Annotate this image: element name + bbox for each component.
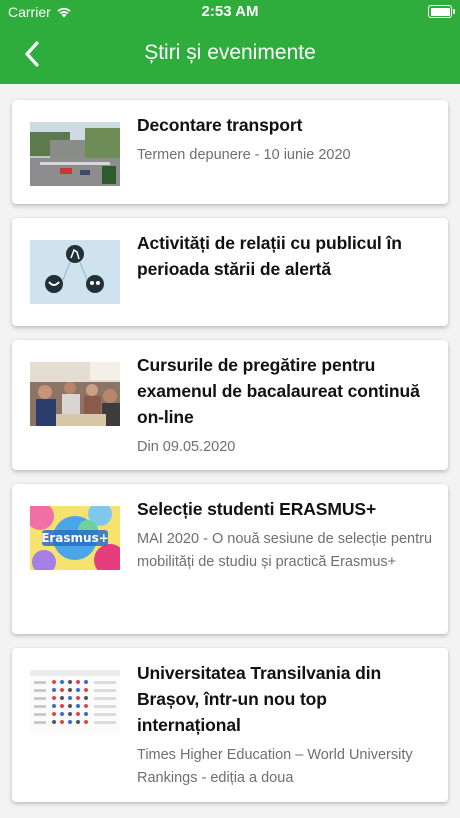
news-card[interactable]: Cursurile de pregătire pentru examenul d… bbox=[12, 340, 448, 470]
news-card-text: Selecție studenti ERASMUS+ MAI 2020 - O … bbox=[137, 496, 432, 574]
status-bar: Carrier 2:53 AM bbox=[0, 0, 460, 24]
news-subtitle: MAI 2020 - O nouă sesiune de selecție pe… bbox=[137, 531, 433, 570]
navigation-bar: Știri și evenimente bbox=[0, 24, 460, 84]
news-thumbnail-street-photo bbox=[30, 122, 120, 186]
news-card-text: Decontare transport Termen depunere - 10… bbox=[137, 112, 432, 167]
news-title: Universitatea Transilvania din Brașov, î… bbox=[137, 663, 382, 735]
back-button[interactable] bbox=[10, 32, 54, 76]
news-card[interactable]: Decontare transport Termen depunere - 10… bbox=[12, 100, 448, 204]
news-subtitle: Din 09.05.2020 bbox=[137, 439, 236, 455]
app-header: Carrier 2:53 AM Știri și evenimente bbox=[0, 0, 460, 84]
chevron-left-icon bbox=[25, 41, 39, 67]
news-subtitle: Termen depunere - 10 iunie 2020 bbox=[137, 147, 351, 163]
news-thumbnail-classroom-photo bbox=[30, 362, 120, 426]
news-card-text: Universitatea Transilvania din Brașov, î… bbox=[137, 660, 432, 790]
news-title: Decontare transport bbox=[137, 115, 303, 135]
news-screen: Carrier 2:53 AM Știri și evenimente Deco… bbox=[0, 0, 460, 818]
news-title: Activități de relații cu publicul în per… bbox=[137, 233, 402, 279]
news-subtitle: Times Higher Education – World Universit… bbox=[137, 747, 413, 786]
news-title: Cursurile de pregătire pentru examenul d… bbox=[137, 355, 420, 427]
battery-icon bbox=[428, 5, 455, 18]
news-thumbnail-rankings-table-screenshot bbox=[30, 670, 120, 734]
news-thumbnail-erasmus-logo-banner: Erasmus+ bbox=[30, 506, 120, 570]
status-time: 2:53 AM bbox=[201, 3, 259, 20]
news-card[interactable]: Erasmus+ Selecție studenti ERASMUS+ MAI … bbox=[12, 484, 448, 634]
news-card-text: Cursurile de pregătire pentru examenul d… bbox=[137, 352, 432, 459]
news-card-text: Activități de relații cu publicul în per… bbox=[137, 230, 432, 282]
news-card[interactable]: Activități de relații cu publicul în per… bbox=[12, 218, 448, 326]
news-thumbnail-covid-icons-illustration bbox=[30, 240, 120, 304]
news-title: Selecție studenti ERASMUS+ bbox=[137, 499, 377, 519]
svg-text:Erasmus+: Erasmus+ bbox=[41, 531, 109, 545]
news-card[interactable]: Universitatea Transilvania din Brașov, î… bbox=[12, 648, 448, 802]
page-title: Știri și evenimente bbox=[144, 41, 316, 64]
